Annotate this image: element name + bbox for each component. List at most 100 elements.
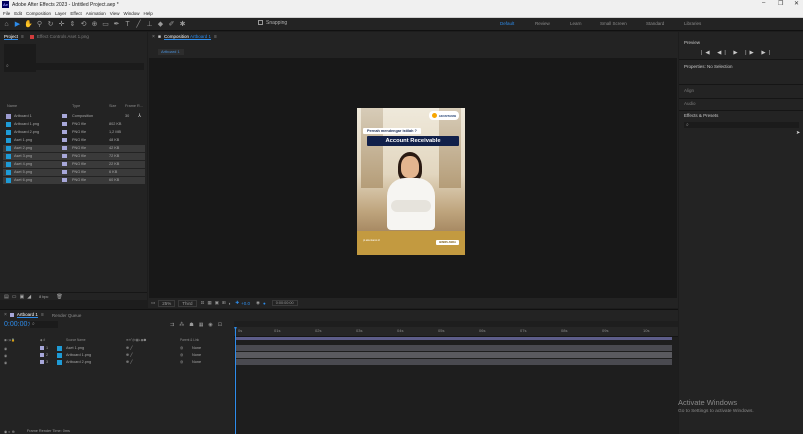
- selection-tool-icon[interactable]: ▶: [13, 20, 22, 29]
- zoom-dropdown[interactable]: 25%: [158, 299, 176, 307]
- frame-blending-icon[interactable]: ▦: [199, 322, 204, 328]
- transparency-grid-icon[interactable]: ▦: [207, 300, 211, 306]
- properties-panel-title[interactable]: Properties: No Selection: [684, 64, 733, 69]
- menu-view[interactable]: View: [110, 11, 120, 16]
- parent-pickwhip-icon[interactable]: ◎: [180, 352, 183, 357]
- tab-project[interactable]: Project: [4, 34, 19, 40]
- layer-switch-icon[interactable]: ⊕ ╱: [126, 352, 133, 357]
- tab-menu-icon[interactable]: ≡: [21, 34, 24, 40]
- close-comp-tab-icon[interactable]: ×: [152, 34, 155, 40]
- dolly-tool-icon[interactable]: ⇕: [68, 20, 77, 29]
- timeline-layer[interactable]: ◉ 3 Artboard 2.png ⊕ ╱ ◎ None: [4, 359, 234, 365]
- menu-file[interactable]: File: [3, 11, 10, 16]
- playhead[interactable]: [235, 327, 236, 434]
- col-parent-link[interactable]: Parent & Link: [180, 338, 199, 342]
- workspace-libraries[interactable]: Libraries: [684, 21, 701, 26]
- rectangle-tool-icon[interactable]: ▭: [101, 20, 110, 29]
- layer-duration-bar[interactable]: [236, 359, 672, 365]
- region-of-interest-icon[interactable]: ⊡: [201, 300, 205, 306]
- rotate-tool-icon[interactable]: ⟲: [79, 20, 88, 29]
- always-preview-icon[interactable]: ▭: [151, 300, 155, 306]
- label-swatch[interactable]: [40, 346, 44, 350]
- layer-switch-icon[interactable]: ⊕ ╱: [126, 345, 133, 350]
- workspace-default[interactable]: Default: [500, 21, 514, 26]
- exposure-icon[interactable]: ✚: [235, 300, 239, 306]
- tab-menu-icon[interactable]: ≡: [214, 34, 217, 40]
- menu-layer[interactable]: Layer: [55, 11, 66, 16]
- comp-breadcrumb[interactable]: Artboard 1: [158, 49, 184, 55]
- label-swatch[interactable]: [40, 353, 44, 357]
- new-composition-icon[interactable]: ▣: [19, 294, 24, 300]
- col-size[interactable]: Size: [109, 104, 116, 108]
- visibility-icon[interactable]: ◉: [4, 346, 7, 351]
- resolution-dropdown[interactable]: Third: [178, 299, 197, 307]
- time-ruler[interactable]: [234, 327, 678, 337]
- mask-visibility-icon[interactable]: ▣: [215, 300, 219, 306]
- audio-panel-title[interactable]: Audio: [684, 101, 696, 106]
- project-item[interactable]: Artboard 1 Composition 30 ⅄: [3, 113, 145, 120]
- home-icon[interactable]: ⌂: [2, 20, 11, 29]
- project-item[interactable]: Aset 2.png PNG file 42 KB: [3, 145, 145, 152]
- eraser-tool-icon[interactable]: ◆: [156, 20, 165, 29]
- orbit-tool-icon[interactable]: ↻: [46, 20, 55, 29]
- minimize-button[interactable]: –: [762, 0, 765, 6]
- roto-brush-tool-icon[interactable]: ✐: [167, 20, 176, 29]
- exposure-value[interactable]: +0.0: [241, 301, 250, 306]
- layer-duration-bar[interactable]: [236, 352, 672, 358]
- effects-presets-panel-title[interactable]: Effects & Presets: [684, 113, 718, 118]
- artboard-preview[interactable]: AKUNTANSI Pernah mendengar istilah ? Acc…: [357, 108, 465, 255]
- guides-icon[interactable]: ⊞: [222, 300, 226, 306]
- effects-search-input[interactable]: ⌕: [684, 122, 799, 128]
- show-snapshot-icon[interactable]: ●: [263, 301, 266, 306]
- menu-effect[interactable]: Effect: [70, 11, 81, 16]
- anchor-tool-icon[interactable]: ⊕: [90, 20, 99, 29]
- project-item[interactable]: Aset 6.png PNG file 60 KB: [3, 177, 145, 184]
- tab-render-queue[interactable]: Render Queue: [52, 313, 82, 318]
- menu-edit[interactable]: Edit: [14, 11, 22, 16]
- close-button[interactable]: ✕: [794, 0, 799, 7]
- draft-3d-icon[interactable]: ⁂: [179, 322, 184, 328]
- puppet-tool-icon[interactable]: ✱: [178, 20, 187, 29]
- menu-window[interactable]: Window: [123, 11, 139, 16]
- parent-dropdown[interactable]: None: [192, 346, 201, 350]
- graph-editor-icon[interactable]: ⊡: [218, 322, 222, 328]
- parent-pickwhip-icon[interactable]: ◎: [180, 359, 183, 364]
- pen-tool-icon[interactable]: ✒: [112, 20, 121, 29]
- col-source-name[interactable]: Source Name: [66, 338, 86, 342]
- comp-flowchart-icon[interactable]: ⇉: [170, 322, 174, 328]
- workspace-review[interactable]: Review: [535, 21, 550, 26]
- snapping-toggle[interactable]: Snapping: [258, 20, 287, 26]
- project-item[interactable]: Artboard 2.png PNG file 1,2 MB: [3, 129, 145, 136]
- tab-composition[interactable]: Composition Artboard 1: [163, 34, 211, 40]
- close-timeline-tab-icon[interactable]: ×: [4, 312, 7, 318]
- project-search-input[interactable]: ⌕: [4, 63, 144, 70]
- workspace-learn[interactable]: Learn: [570, 21, 582, 26]
- project-item[interactable]: Aset 3.png PNG file 72 KB: [3, 153, 145, 160]
- parent-pickwhip-icon[interactable]: ◎: [180, 345, 183, 350]
- preview-panel-title[interactable]: Preview: [684, 40, 700, 45]
- visibility-icon[interactable]: ◉: [4, 353, 7, 358]
- comp-timecode[interactable]: 0:00:00:00: [271, 300, 298, 306]
- label-swatch[interactable]: [40, 360, 44, 364]
- motion-blur-icon[interactable]: ◉: [208, 322, 212, 328]
- col-name[interactable]: Name: [7, 104, 17, 108]
- layer-duration-bar[interactable]: [236, 345, 672, 351]
- project-item[interactable]: Artboard 1.png PNG file 802 KB: [3, 121, 145, 128]
- channel-icon[interactable]: ◐: [229, 301, 232, 306]
- layer-switch-icon[interactable]: ⊕ ╱: [126, 359, 133, 364]
- menu-help[interactable]: Help: [143, 11, 152, 16]
- parent-dropdown[interactable]: None: [192, 353, 201, 357]
- hand-tool-icon[interactable]: ✋: [24, 20, 33, 29]
- new-folder-icon[interactable]: ▭: [12, 294, 17, 300]
- project-item[interactable]: Aset 4.png PNG file 22 KB: [3, 161, 145, 168]
- toggle-switches-icon[interactable]: ◉ ◐ ⊕: [4, 429, 15, 434]
- playhead-handle-icon[interactable]: ▼: [233, 326, 238, 332]
- workspace-standard[interactable]: Standard: [646, 21, 664, 26]
- project-item[interactable]: Aset 1.png PNG file 48 KB: [3, 137, 145, 144]
- adjust-project-settings-icon[interactable]: ◢: [27, 294, 31, 300]
- snapping-checkbox[interactable]: [258, 20, 263, 26]
- tab-timeline-artboard[interactable]: Artboard 1: [16, 312, 38, 318]
- timeline-search-input[interactable]: ⌕: [30, 321, 58, 328]
- project-item[interactable]: Aset 5.png PNG file 6 KB: [3, 169, 145, 176]
- col-frame-rate[interactable]: Frame R...: [125, 104, 143, 108]
